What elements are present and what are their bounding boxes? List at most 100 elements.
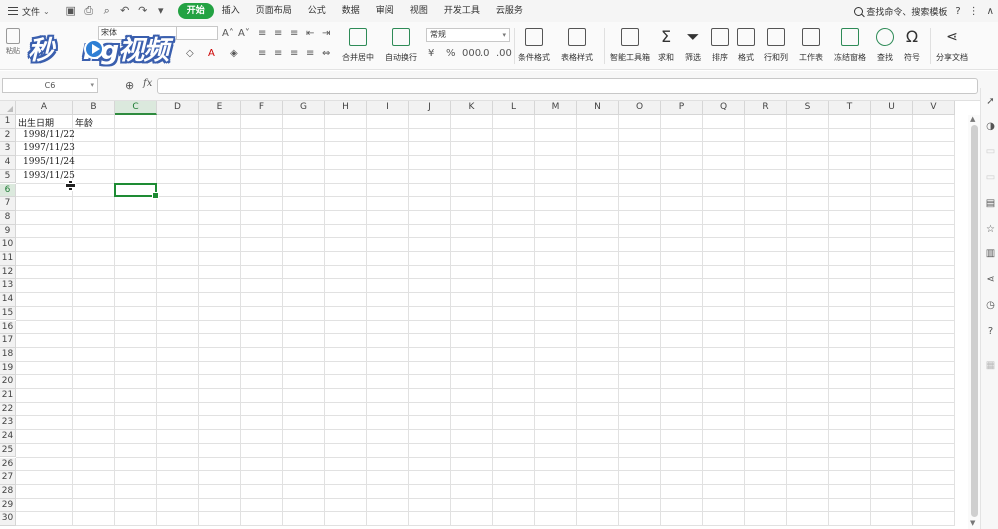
percent-icon[interactable]: % [446,48,456,59]
row-header-23[interactable]: 23 [0,416,16,431]
column-header-l[interactable]: L [493,101,535,115]
table-style-button[interactable]: 表格样式 [561,24,593,68]
command-search[interactable]: 查找命令、搜索模板 [854,5,947,18]
filter-button[interactable]: ⏷ 筛选 [684,24,702,68]
scroll-down-icon[interactable]: ▼ [970,519,975,527]
row-header-19[interactable]: 19 [0,361,16,376]
symbol-button[interactable]: Ω 符号 [903,24,921,68]
select-all-corner[interactable] [0,101,16,115]
column-header-u[interactable]: U [871,101,913,115]
column-header-r[interactable]: R [745,101,787,115]
row-header-8[interactable]: 8 [0,210,16,225]
share-icon[interactable]: ⋖ [985,274,996,285]
column-header-d[interactable]: D [157,101,199,115]
column-header-n[interactable]: N [577,101,619,115]
tab-cloud[interactable]: 云服务 [488,3,531,19]
tab-formulas[interactable]: 公式 [300,3,334,19]
history-icon[interactable]: ◷ [985,300,996,311]
column-header-c[interactable]: C [115,101,157,115]
row-header-17[interactable]: 17 [0,334,16,348]
column-header-e[interactable]: E [199,101,241,115]
cell-a2[interactable]: 1998/11/22 [23,130,75,140]
row-header-4[interactable]: 4 [0,156,16,170]
indent-decrease-icon[interactable]: ⇤ [306,28,314,39]
row-header-29[interactable]: 29 [0,498,16,513]
distributed-icon[interactable]: ⇔ [322,48,330,59]
tab-home[interactable]: 开始 [177,3,214,19]
format-button[interactable]: 格式 [737,24,755,68]
sort-button[interactable]: 排序 [711,24,729,68]
column-header-h[interactable]: H [325,101,367,115]
paste-button[interactable]: 粘贴 [2,28,24,64]
align-center-icon[interactable]: ≡ [274,48,282,59]
indent-increase-icon[interactable]: ⇥ [322,28,330,39]
row-header-3[interactable]: 3 [0,142,16,157]
column-header-f[interactable]: F [241,101,283,115]
column-header-j[interactable]: J [409,101,451,115]
align-top-icon[interactable]: ≡ [258,28,266,39]
increase-font-icon[interactable]: A˄ [222,28,234,39]
row-header-20[interactable]: 20 [0,375,16,389]
share-document-button[interactable]: ⋖ 分享文档 [936,24,968,68]
currency-icon[interactable]: ¥ [428,48,434,59]
align-bottom-icon[interactable]: ≡ [290,28,298,39]
column-header-q[interactable]: Q [703,101,745,115]
tab-developer[interactable]: 开发工具 [436,3,488,19]
properties-icon[interactable]: ▤ [985,198,996,209]
apps-icon[interactable]: ▦ [985,360,996,371]
scrollbar-thumb[interactable] [971,125,978,517]
name-box[interactable]: C6 ▾ [2,78,98,93]
decrease-font-icon[interactable]: A˅ [238,28,250,39]
row-header-5[interactable]: 5 [0,169,16,184]
print-preview-icon[interactable]: ⌕ [101,5,113,17]
file-menu[interactable]: 文件 ⌄ [4,2,54,20]
align-left-icon[interactable]: ≡ [258,48,266,59]
row-header-15[interactable]: 15 [0,306,16,321]
tab-view[interactable]: 视图 [402,3,436,19]
row-header-13[interactable]: 13 [0,279,16,294]
smart-toolbox-button[interactable]: 智能工具箱 [610,24,650,68]
undo-icon[interactable]: ↶ [119,5,131,17]
row-header-21[interactable]: 21 [0,389,16,403]
thousands-icon[interactable]: 000 [462,48,481,59]
worksheet-button[interactable]: 工作表 [799,24,823,68]
zoom-icon[interactable]: ⊕ [125,79,134,92]
row-header-11[interactable]: 11 [0,252,16,266]
increase-decimal-icon[interactable]: .0 [480,48,490,59]
cell-a1[interactable]: 出生日期 [18,116,54,129]
align-middle-icon[interactable]: ≡ [274,28,282,39]
row-header-14[interactable]: 14 [0,293,16,307]
row-header-1[interactable]: 1 [0,115,16,129]
row-header-7[interactable]: 7 [0,197,16,211]
more-icon[interactable]: ⋮ [969,6,979,17]
row-header-24[interactable]: 24 [0,430,16,444]
archive-icon[interactable]: ▥ [985,248,996,259]
column-header-v[interactable]: V [913,101,955,115]
justify-icon[interactable]: ≡ [306,48,314,59]
rowcol-button[interactable]: 行和列 [764,24,788,68]
cell-b1[interactable]: 年龄 [75,116,93,129]
cell-a4[interactable]: 1995/11/24 [23,157,75,167]
cell-a3[interactable]: 1997/11/23 [23,143,75,153]
column-header-t[interactable]: T [829,101,871,115]
tab-page-layout[interactable]: 页面布局 [248,3,300,19]
column-header-m[interactable]: M [535,101,577,115]
column-header-b[interactable]: B [73,101,115,115]
wrap-text-button[interactable]: 自动换行 [385,24,417,68]
conditional-format-button[interactable]: 条件格式 [518,24,550,68]
fx-label[interactable]: fx [143,78,152,89]
row-header-12[interactable]: 12 [0,265,16,280]
column-header-k[interactable]: K [451,101,493,115]
select-cursor-icon[interactable]: ➚ [985,96,996,107]
font-color-icon[interactable]: A [208,48,215,59]
row-header-10[interactable]: 10 [0,238,16,252]
row-header-30[interactable]: 30 [0,512,16,526]
help-icon[interactable]: ? [985,326,996,337]
column-header-p[interactable]: P [661,101,703,115]
help-icon[interactable]: ? [955,6,960,17]
row-header-18[interactable]: 18 [0,347,16,362]
decrease-decimal-icon[interactable]: .00 [496,48,512,59]
column-header-g[interactable]: G [283,101,325,115]
row-header-22[interactable]: 22 [0,402,16,417]
column-header-o[interactable]: O [619,101,661,115]
